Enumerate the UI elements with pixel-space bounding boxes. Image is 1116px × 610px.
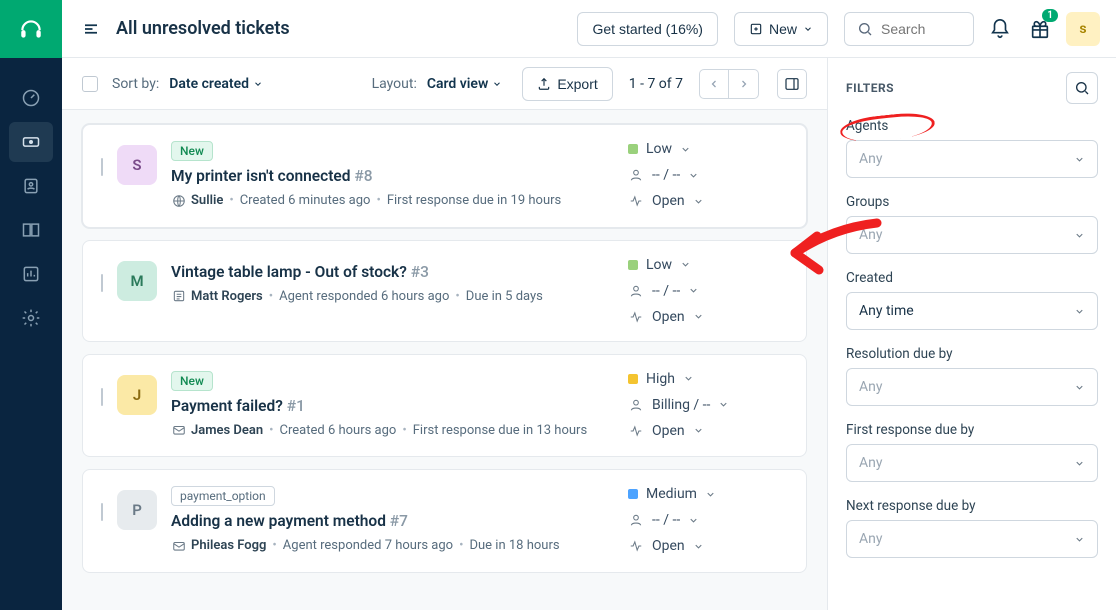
- filter-panel: FILTERS Agents Any Groups Any Created Any tim…: [828, 58, 1116, 610]
- filter-search-button[interactable]: [1066, 72, 1098, 104]
- ticket-title[interactable]: My printer isn't connected #8: [171, 167, 614, 185]
- get-started-button[interactable]: Get started (16%): [577, 12, 718, 46]
- requester-avatar: J: [117, 375, 157, 415]
- notifications-icon[interactable]: [986, 15, 1014, 43]
- filter-select[interactable]: Any: [846, 444, 1098, 482]
- ticket-checkbox[interactable]: [101, 274, 103, 292]
- gift-icon[interactable]: 1: [1026, 15, 1054, 43]
- ticket-id: #3: [411, 263, 429, 281]
- requester-avatar: P: [117, 490, 157, 530]
- ticket-card[interactable]: S New My printer isn't connected #8 Sullie•…: [82, 124, 807, 228]
- select-all-checkbox[interactable]: [82, 76, 98, 92]
- list-toolbar: Sort by: Date created Layout: Card view …: [62, 58, 827, 110]
- requester-avatar: M: [117, 261, 157, 301]
- filters-heading: FILTERS: [846, 81, 894, 95]
- brand-logo[interactable]: [0, 0, 62, 58]
- export-button[interactable]: Export: [522, 67, 612, 101]
- filter-label: First response due by: [846, 422, 1098, 438]
- ticket-tag: New: [171, 371, 213, 391]
- ticket-list: S New My printer isn't connected #8 Sullie•…: [62, 110, 827, 610]
- ticket-tag: New: [171, 141, 213, 161]
- filter-select[interactable]: Any: [846, 368, 1098, 406]
- pager-text: 1 - 7 of 7: [629, 76, 683, 92]
- toggle-filter-panel[interactable]: [777, 69, 807, 99]
- ticket-id: #1: [287, 397, 305, 415]
- assignee-dropdown[interactable]: -- / --: [628, 167, 788, 183]
- ticket-card[interactable]: Ppayment_option Adding a new payment meth…: [82, 469, 807, 573]
- filter-select[interactable]: Any time: [846, 292, 1098, 330]
- nav-dashboard[interactable]: [9, 78, 53, 118]
- layout-dropdown[interactable]: Card view: [427, 76, 502, 92]
- ticket-meta: James Dean•Created 6 hours ago•First res…: [171, 421, 614, 441]
- search-input[interactable]: [881, 21, 961, 37]
- status-dropdown[interactable]: Open: [628, 423, 788, 439]
- pager-prev[interactable]: [699, 69, 729, 99]
- filter-label: Next response due by: [846, 498, 1098, 514]
- ticket-id: #8: [354, 167, 372, 185]
- ticket-tag: payment_option: [171, 486, 275, 506]
- ticket-checkbox[interactable]: [101, 503, 103, 521]
- gift-badge: 1: [1042, 9, 1058, 22]
- assignee-dropdown[interactable]: -- / --: [628, 283, 788, 299]
- ticket-meta: Phileas Fogg•Agent responded 7 hours ago…: [171, 536, 614, 556]
- assignee-dropdown[interactable]: Billing / --: [628, 397, 788, 413]
- priority-dropdown[interactable]: Low: [628, 257, 788, 273]
- search-input-wrapper[interactable]: [844, 12, 974, 46]
- nav-contacts[interactable]: [9, 166, 53, 206]
- status-dropdown[interactable]: Open: [628, 193, 788, 209]
- sort-dropdown[interactable]: Date created: [169, 76, 263, 92]
- requester-avatar: S: [117, 145, 157, 185]
- filter-label: Created: [846, 270, 1098, 286]
- status-dropdown[interactable]: Open: [628, 309, 788, 325]
- topbar: All unresolved tickets Get started (16%)…: [62, 0, 1116, 58]
- ticket-checkbox[interactable]: [101, 388, 103, 406]
- left-nav: [0, 0, 62, 610]
- nav-analytics[interactable]: [9, 254, 53, 294]
- priority-dropdown[interactable]: Medium: [628, 486, 788, 502]
- user-avatar[interactable]: s: [1066, 12, 1100, 46]
- assignee-dropdown[interactable]: -- / --: [628, 512, 788, 528]
- source-icon: [171, 423, 187, 437]
- priority-dropdown[interactable]: High: [628, 371, 788, 387]
- new-button[interactable]: New: [734, 12, 828, 46]
- ticket-title[interactable]: Payment failed? #1: [171, 397, 614, 415]
- filter-label: Resolution due by: [846, 346, 1098, 362]
- filter-select[interactable]: Any: [846, 216, 1098, 254]
- source-icon: [171, 539, 187, 553]
- filter-select[interactable]: Any: [846, 140, 1098, 178]
- sort-label: Sort by:: [112, 76, 159, 92]
- layout-label: Layout:: [372, 76, 417, 92]
- nav-solutions[interactable]: [9, 210, 53, 250]
- filter-select[interactable]: Any: [846, 520, 1098, 558]
- ticket-meta: Matt Rogers•Agent responded 6 hours ago•…: [171, 287, 614, 307]
- page-title: All unresolved tickets: [116, 18, 561, 39]
- ticket-title[interactable]: Adding a new payment method #7: [171, 512, 614, 530]
- status-dropdown[interactable]: Open: [628, 538, 788, 554]
- ticket-id: #7: [390, 512, 408, 530]
- pager-next[interactable]: [729, 69, 759, 99]
- ticket-title[interactable]: Vintage table lamp - Out of stock? #3: [171, 263, 614, 281]
- menu-toggle-icon[interactable]: [82, 20, 100, 38]
- search-icon: [857, 21, 873, 37]
- ticket-meta: Sullie•Created 6 minutes ago•First respo…: [171, 191, 614, 211]
- ticket-card[interactable]: M Vintage table lamp - Out of stock? #3 Ma…: [82, 240, 807, 342]
- source-icon: [171, 194, 187, 208]
- priority-dropdown[interactable]: Low: [628, 141, 788, 157]
- ticket-checkbox[interactable]: [101, 158, 103, 176]
- ticket-card[interactable]: J New Payment failed? #1 James Dean•Created…: [82, 354, 807, 458]
- nav-tickets[interactable]: [9, 122, 53, 162]
- source-icon: [171, 289, 187, 303]
- filter-label: Agents: [846, 118, 1098, 134]
- filter-label: Groups: [846, 194, 1098, 210]
- nav-admin[interactable]: [9, 298, 53, 338]
